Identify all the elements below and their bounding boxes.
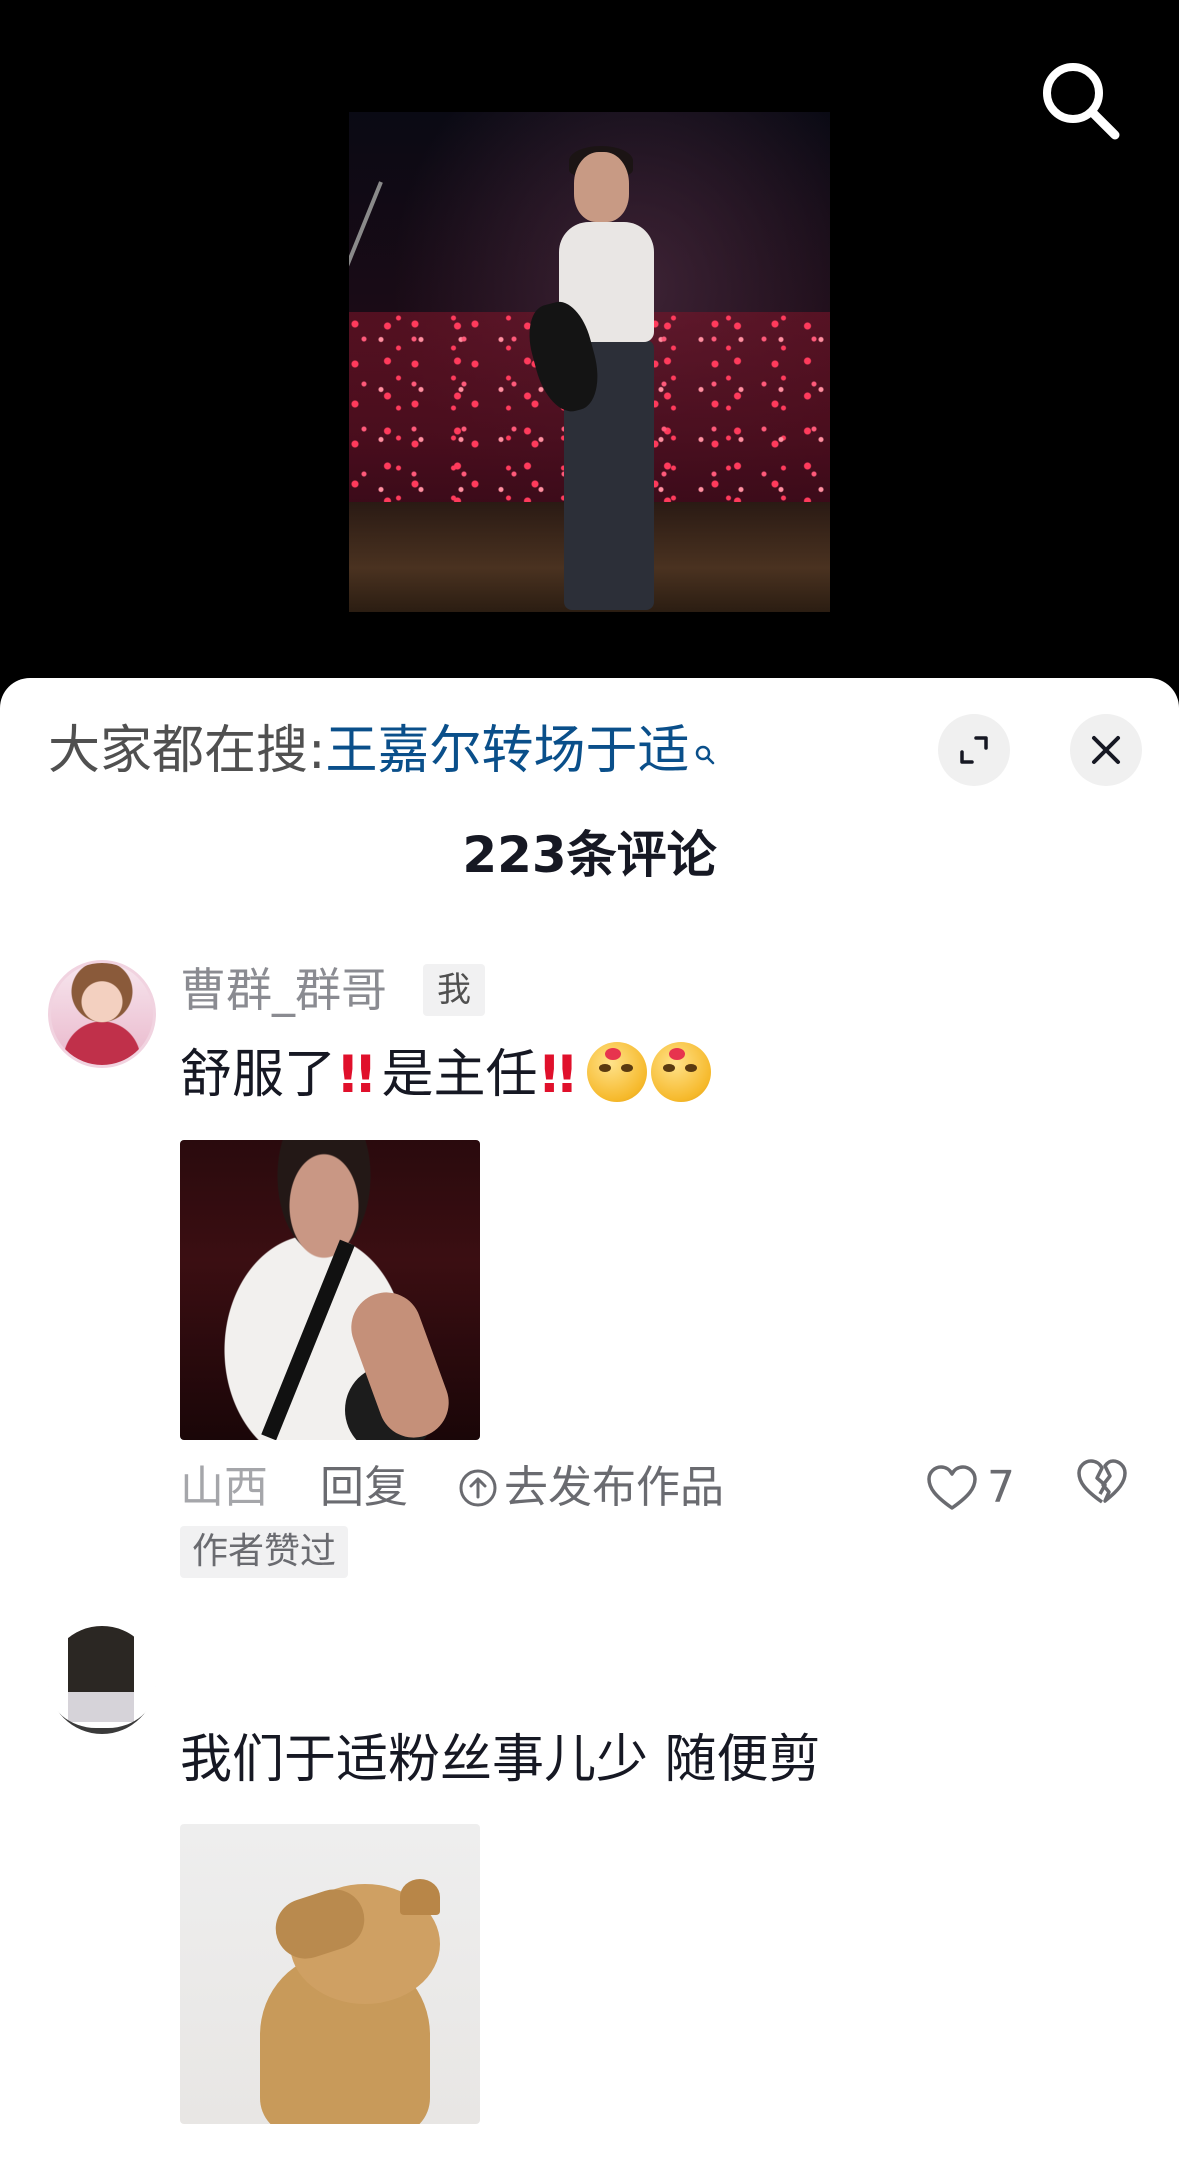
like-count: 7 (987, 1462, 1015, 1513)
close-icon[interactable] (1070, 714, 1142, 786)
blush-emoji-icon (586, 1042, 647, 1102)
avatar[interactable] (48, 960, 156, 1068)
double-exclamation-emoji: !! (537, 1045, 579, 1105)
like-button[interactable]: 7 (925, 1458, 1015, 1518)
comment-sheet: 大家都在搜:王嘉尔转场于适 223条评论 曹群_群哥 我 舒服了!! 是主任!! … (0, 678, 1179, 2168)
double-exclamation-emoji: !! (336, 1045, 378, 1105)
reply-button[interactable]: 回复 (320, 1458, 408, 1518)
search-suggestion-prefix: 大家都在搜: (48, 721, 326, 781)
me-badge: 我 (423, 964, 485, 1016)
comment-username[interactable]: 曹群_群哥 (180, 960, 387, 1020)
comment-location: 山西 (180, 1462, 268, 1513)
heart-icon (927, 1465, 977, 1510)
video-player[interactable] (0, 0, 1179, 700)
small-search-icon (694, 718, 716, 788)
comment-image[interactable] (180, 1824, 480, 2124)
comment-count: 223条评论 (462, 826, 717, 884)
avatar[interactable] (48, 1626, 156, 1734)
comment-text: 舒服了!! 是主任!! (180, 1040, 711, 1110)
broken-heart-icon[interactable] (1075, 1458, 1129, 1522)
video-frame[interactable] (349, 112, 830, 612)
comment-image[interactable] (180, 1140, 480, 1440)
search-icon[interactable] (1035, 55, 1125, 145)
comment-meta: 山西 回复 去发布作品 7 (180, 1458, 1140, 1518)
author-liked-badge: 作者赞过 (180, 1526, 349, 1578)
expand-icon[interactable] (938, 714, 1010, 786)
publish-work-label: 去发布作品 (504, 1462, 724, 1513)
comment-text-part: 是主任 (381, 1045, 538, 1105)
performer (520, 146, 669, 612)
publish-work-button[interactable]: 去发布作品 (458, 1458, 724, 1524)
search-suggestion-keyword[interactable]: 王嘉尔转场于适 (326, 721, 690, 781)
upload-circle-icon (458, 1464, 498, 1524)
comment-text: 我们于适粉丝事儿少 随便剪 (180, 1730, 821, 1790)
comment-text-part: 舒服了 (180, 1045, 337, 1105)
search-suggestion[interactable]: 大家都在搜:王嘉尔转场于适 (48, 716, 716, 788)
blush-emoji-icon (650, 1042, 711, 1102)
